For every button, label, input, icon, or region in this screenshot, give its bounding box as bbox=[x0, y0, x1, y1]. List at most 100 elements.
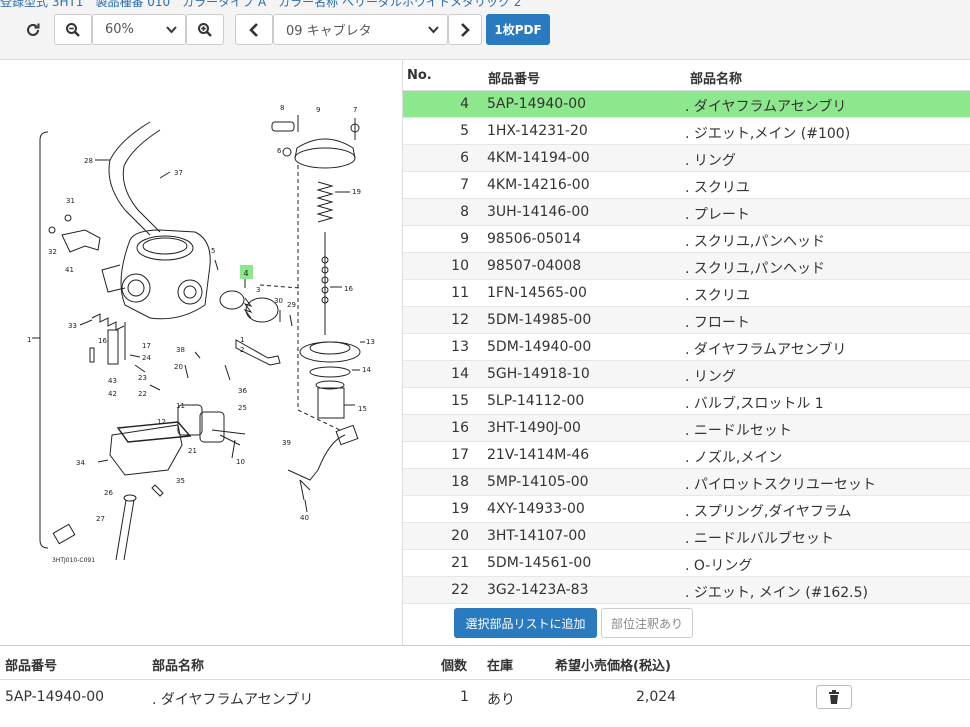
parts-diagram[interactable]: 4 8 9 7 6 19 16 13 14 15 28 37 31 32 41 5 3 30 29 3… bbox=[0, 60, 403, 645]
zoom-select[interactable]: 60% bbox=[92, 14, 186, 45]
next-page-button[interactable] bbox=[448, 14, 482, 45]
refresh-button[interactable] bbox=[18, 14, 48, 45]
table-row[interactable]: 4 5AP-14940-00. ダイヤフラムアセンブリ bbox=[403, 91, 970, 118]
svg-text:10: 10 bbox=[236, 458, 245, 466]
table-row[interactable]: 12 5DM-14985-00. フロート bbox=[403, 307, 970, 334]
table-row[interactable]: 9 98506-05014. スクリユ,パンヘッド bbox=[403, 226, 970, 253]
svg-text:42: 42 bbox=[108, 390, 117, 398]
svg-text:3: 3 bbox=[256, 286, 260, 294]
header-no: No. bbox=[407, 68, 432, 83]
header-part-number: 部品番号 bbox=[5, 659, 58, 674]
svg-text:31: 31 bbox=[66, 197, 75, 205]
chevron-down-icon bbox=[428, 25, 439, 33]
table-row[interactable]: 5 1HX-14231-20. ジエット,メイン (#100) bbox=[403, 118, 970, 145]
svg-text:21: 21 bbox=[188, 447, 197, 455]
svg-text:26: 26 bbox=[104, 489, 113, 497]
delete-button[interactable] bbox=[816, 685, 852, 709]
header-part-name: 部品名称 bbox=[152, 659, 205, 674]
svg-text:40: 40 bbox=[300, 514, 309, 522]
svg-text:24: 24 bbox=[142, 354, 151, 362]
refresh-icon bbox=[27, 23, 40, 36]
svg-text:1: 1 bbox=[27, 336, 31, 344]
table-row[interactable]: 13 5DM-14940-00. ダイヤフラムアセンブリ bbox=[403, 334, 970, 361]
svg-text:8: 8 bbox=[280, 104, 284, 112]
svg-text:6: 6 bbox=[277, 147, 282, 155]
svg-text:14: 14 bbox=[362, 366, 371, 374]
svg-text:35: 35 bbox=[176, 477, 185, 485]
table-row[interactable]: 10 98507-04008. スクリユ,パンヘッド bbox=[403, 253, 970, 280]
prev-page-button[interactable] bbox=[235, 14, 273, 45]
svg-text:33: 33 bbox=[68, 322, 77, 330]
selected-part-number: 5AP-14940-00 bbox=[5, 689, 105, 705]
table-row[interactable]: 22 3G2-1423A-83. ジエット, メイン (#162.5) bbox=[403, 577, 970, 604]
chevron-down-icon bbox=[166, 25, 177, 33]
svg-text:16: 16 bbox=[344, 285, 353, 293]
svg-text:11: 11 bbox=[176, 402, 185, 410]
toolbar: 登録型式 3HT1 製品種番 010 カラータイプ A カラー名称 ベリーダルホ… bbox=[0, 0, 970, 60]
selected-quantity: 1 bbox=[460, 689, 469, 705]
callout-labels: 897 61916 131415 2837 313241 53 30 29 331… bbox=[27, 104, 375, 564]
table-row[interactable]: 7 4KM-14216-00. スクリユ bbox=[403, 172, 970, 199]
parts-table: No. 部品番号 部品名称 4 5AP-14940-00. ダイヤフラムアセンブリ… bbox=[403, 60, 970, 645]
svg-text:41: 41 bbox=[65, 266, 74, 274]
chevron-left-icon bbox=[249, 22, 258, 37]
table-row[interactable]: 21 5DM-14561-00. O-リング bbox=[403, 550, 970, 577]
svg-text:13: 13 bbox=[366, 338, 375, 346]
zoom-out-button[interactable] bbox=[54, 14, 92, 45]
table-row[interactable]: 16 3HT-1490J-00. ニードルセット bbox=[403, 415, 970, 442]
selected-list-row: 5AP-14940-00 . ダイヤフラムアセンブリ 1 あり 2,024 bbox=[0, 680, 970, 714]
svg-text:20: 20 bbox=[174, 363, 183, 371]
table-row[interactable]: 11 1FN-14565-00. スクリユ bbox=[403, 280, 970, 307]
zoom-in-button[interactable] bbox=[186, 14, 224, 45]
svg-text:39: 39 bbox=[282, 439, 291, 447]
zoom-in-icon bbox=[198, 22, 212, 37]
selected-parts-list: 部品番号 部品名称 個数 在庫 希望小売価格(税込) 5AP-14940-00 … bbox=[0, 645, 970, 727]
header-price: 希望小売価格(税込) bbox=[555, 659, 671, 674]
callout-4[interactable]: 4 bbox=[243, 269, 248, 278]
svg-text:2: 2 bbox=[240, 346, 244, 354]
svg-text:34: 34 bbox=[76, 459, 85, 467]
svg-text:25: 25 bbox=[238, 404, 247, 412]
selected-list-header: 部品番号 部品名称 個数 在庫 希望小売価格(税込) bbox=[0, 646, 970, 680]
header-part-name: 部品名称 bbox=[690, 72, 743, 87]
svg-text:36: 36 bbox=[238, 387, 247, 395]
page-value: 09 キャブレタ bbox=[286, 24, 372, 39]
parts-table-header: No. 部品番号 部品名称 bbox=[403, 60, 970, 91]
svg-text:32: 32 bbox=[48, 248, 57, 256]
table-row[interactable]: 17 21V-1414M-46. ノズル,メイン bbox=[403, 442, 970, 469]
svg-text:23: 23 bbox=[138, 374, 147, 382]
svg-text:27: 27 bbox=[96, 515, 105, 523]
svg-text:28: 28 bbox=[84, 157, 93, 165]
carburetor-diagram-image[interactable]: 4 8 9 7 6 19 16 13 14 15 28 37 31 32 41 5 3 30 29 3… bbox=[0, 60, 403, 645]
add-to-list-button[interactable]: 選択部品リストに追加 bbox=[454, 608, 597, 638]
svg-text:19: 19 bbox=[352, 188, 361, 196]
table-row[interactable]: 6 4KM-14194-00. リング bbox=[403, 145, 970, 172]
page-select[interactable]: 09 キャブレタ bbox=[273, 14, 448, 45]
svg-text:43: 43 bbox=[108, 377, 117, 385]
table-row[interactable]: 18 5MP-14105-00. パイロットスクリユーセット bbox=[403, 469, 970, 496]
pdf-button[interactable]: 1枚PDF bbox=[486, 14, 550, 45]
table-row[interactable]: 15 5LP-14112-00. バルブ,スロットル 1 bbox=[403, 388, 970, 415]
svg-text:15: 15 bbox=[358, 405, 367, 413]
selected-part-name: . ダイヤフラムアセンブリ bbox=[152, 692, 314, 708]
table-row[interactable]: 19 4XY-14933-00. スプリング,ダイヤフラム bbox=[403, 496, 970, 523]
svg-text:22: 22 bbox=[138, 390, 147, 398]
table-row[interactable]: 14 5GH-14918-10. リング bbox=[403, 361, 970, 388]
svg-text:30: 30 bbox=[274, 297, 283, 305]
header-quantity: 個数 bbox=[441, 659, 468, 674]
svg-text:37: 37 bbox=[174, 169, 183, 177]
zoom-out-icon bbox=[66, 22, 80, 37]
svg-text:7: 7 bbox=[353, 106, 357, 114]
header-stock: 在庫 bbox=[487, 659, 514, 674]
svg-text:5: 5 bbox=[211, 247, 215, 255]
trash-icon bbox=[829, 690, 839, 704]
table-row[interactable]: 20 3HT-14107-00. ニードルバルブセット bbox=[403, 523, 970, 550]
table-row[interactable]: 8 3UH-14146-00. プレート bbox=[403, 199, 970, 226]
selected-stock: あり bbox=[487, 692, 515, 708]
svg-text:29: 29 bbox=[287, 301, 296, 309]
header-part-number: 部品番号 bbox=[488, 72, 541, 87]
breadcrumb[interactable]: 登録型式 3HT1 製品種番 010 カラータイプ A カラー名称 ベリーダルホ… bbox=[0, 0, 521, 10]
part-notes-button[interactable]: 部位注釈あり bbox=[601, 608, 693, 638]
svg-text:9: 9 bbox=[316, 106, 320, 114]
svg-text:38: 38 bbox=[176, 346, 185, 354]
